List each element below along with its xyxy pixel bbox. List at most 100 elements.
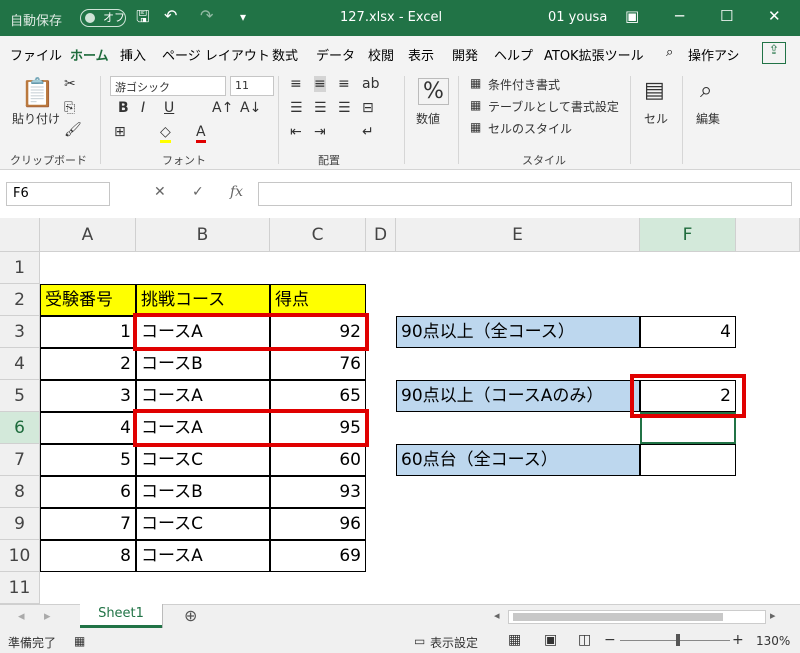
- header-cell[interactable]: 得点: [270, 284, 366, 316]
- table-cell[interactable]: コースB: [136, 476, 270, 508]
- normal-view-icon[interactable]: ▦: [508, 632, 521, 648]
- cells-button[interactable]: セル: [644, 110, 668, 127]
- summary-value[interactable]: [640, 444, 736, 476]
- format-painter-icon[interactable]: 🖌: [64, 122, 82, 138]
- cell-styles-button[interactable]: セルのスタイル: [488, 120, 572, 137]
- conditional-format-icon[interactable]: ▦: [470, 76, 481, 90]
- column-header-e[interactable]: E: [396, 218, 640, 252]
- underline-icon[interactable]: U: [164, 100, 174, 116]
- display-settings-icon[interactable]: ▭: [414, 634, 425, 648]
- align-bottom-icon[interactable]: ≡: [338, 76, 350, 92]
- increase-font-icon[interactable]: A↑: [212, 100, 233, 116]
- column-header-a[interactable]: A: [40, 218, 136, 252]
- name-box[interactable]: F6: [6, 182, 110, 206]
- user-name[interactable]: 01 yousa: [548, 10, 607, 25]
- header-cell[interactable]: 挑戦コース: [136, 284, 270, 316]
- format-as-table-button[interactable]: テーブルとして書式設定: [488, 98, 619, 115]
- table-cell[interactable]: 1: [40, 316, 136, 348]
- autosave-toggle[interactable]: オフ: [80, 9, 126, 27]
- column-header-c[interactable]: C: [270, 218, 366, 252]
- font-color-icon[interactable]: A: [196, 124, 206, 143]
- summary-label[interactable]: 60点台（全コース）: [396, 444, 640, 476]
- save-icon[interactable]: 🖫: [136, 6, 150, 33]
- cell-styles-icon[interactable]: ▦: [470, 120, 481, 134]
- page-layout-view-icon[interactable]: ▣: [544, 632, 557, 648]
- tell-me[interactable]: 操作アシ: [688, 45, 739, 64]
- table-cell[interactable]: 2: [40, 348, 136, 380]
- tab-atok[interactable]: ATOK拡張ツール: [544, 45, 644, 64]
- wrap-text-icon[interactable]: ↵: [362, 124, 374, 140]
- tab-developer[interactable]: 開発: [452, 45, 478, 64]
- tab-view[interactable]: 表示: [408, 45, 434, 64]
- tab-insert[interactable]: 挿入: [120, 45, 146, 64]
- share-icon[interactable]: ⇪: [762, 42, 786, 64]
- editing-button[interactable]: 編集: [696, 110, 720, 127]
- row-header-10[interactable]: 10: [0, 540, 40, 572]
- header-cell[interactable]: 受験番号: [40, 284, 136, 316]
- percent-icon[interactable]: %: [418, 78, 449, 105]
- scrollbar-thumb[interactable]: [513, 613, 723, 621]
- table-cell[interactable]: 3: [40, 380, 136, 412]
- align-center-icon[interactable]: ☰: [314, 100, 327, 116]
- format-table-icon[interactable]: ▦: [470, 98, 481, 112]
- italic-icon[interactable]: I: [141, 100, 145, 116]
- cells-icon[interactable]: ▤: [644, 78, 665, 103]
- border-icon[interactable]: ⊞: [114, 124, 126, 140]
- next-sheet-icon[interactable]: ▸: [44, 609, 51, 624]
- column-header-f[interactable]: F: [640, 218, 736, 252]
- prev-sheet-icon[interactable]: ◂: [18, 609, 25, 624]
- cut-icon[interactable]: ✂: [64, 76, 76, 92]
- table-cell[interactable]: 6: [40, 476, 136, 508]
- row-header-3[interactable]: 3: [0, 316, 40, 348]
- accessibility-icon[interactable]: ▦: [74, 634, 85, 648]
- table-cell[interactable]: 4: [40, 412, 136, 444]
- sheet-tab-sheet1[interactable]: Sheet1: [80, 604, 162, 628]
- table-cell[interactable]: コースC: [136, 508, 270, 540]
- scroll-right-icon[interactable]: ▸: [770, 609, 776, 622]
- formula-input[interactable]: [258, 182, 792, 206]
- display-settings-button[interactable]: 表示設定: [430, 634, 478, 651]
- table-cell[interactable]: 96: [270, 508, 366, 540]
- maximize-icon[interactable]: ☐: [720, 7, 733, 25]
- row-header-1[interactable]: 1: [0, 252, 40, 284]
- table-cell[interactable]: コースA: [136, 540, 270, 572]
- zoom-level[interactable]: 130%: [756, 634, 790, 648]
- enter-icon[interactable]: ✓: [192, 184, 204, 200]
- copy-icon[interactable]: ⎘: [64, 100, 75, 116]
- bold-icon[interactable]: B: [118, 100, 129, 116]
- tab-formulas[interactable]: 数式: [272, 45, 298, 64]
- row-header-8[interactable]: 8: [0, 476, 40, 508]
- font-name-select[interactable]: 游ゴシック: [110, 76, 226, 96]
- minimize-icon[interactable]: ─: [675, 7, 684, 25]
- summary-label[interactable]: 90点以上（コースAのみ）: [396, 380, 640, 412]
- tab-data[interactable]: データ: [316, 45, 355, 64]
- zoom-slider[interactable]: [620, 640, 730, 641]
- number-format-button[interactable]: 数値: [416, 110, 440, 127]
- redo-icon[interactable]: ↷: [200, 6, 213, 25]
- table-cell[interactable]: コースA: [136, 380, 270, 412]
- paste-icon[interactable]: 📋: [20, 76, 55, 109]
- close-icon[interactable]: ✕: [768, 7, 781, 25]
- tab-help[interactable]: ヘルプ: [494, 45, 533, 64]
- align-right-icon[interactable]: ☰: [338, 100, 351, 116]
- zoom-slider-thumb[interactable]: [676, 634, 680, 646]
- row-header-5[interactable]: 5: [0, 380, 40, 412]
- ribbon-display-icon[interactable]: ▣: [625, 7, 639, 25]
- align-top-icon[interactable]: ≡: [290, 76, 302, 92]
- align-middle-icon[interactable]: ≡: [314, 76, 326, 92]
- tab-home[interactable]: ホーム: [68, 45, 111, 73]
- orientation-icon[interactable]: ab: [362, 76, 379, 92]
- increase-indent-icon[interactable]: ⇥: [314, 124, 326, 140]
- table-cell[interactable]: 93: [270, 476, 366, 508]
- undo-icon[interactable]: ↶: [164, 6, 177, 25]
- table-cell[interactable]: 60: [270, 444, 366, 476]
- tab-file[interactable]: ファイル: [10, 45, 62, 64]
- paste-button[interactable]: 貼り付け: [12, 110, 60, 127]
- summary-label[interactable]: 90点以上（全コース）: [396, 316, 640, 348]
- table-cell[interactable]: コースB: [136, 348, 270, 380]
- column-header-d[interactable]: D: [366, 218, 396, 252]
- customize-qa-icon[interactable]: ▾: [240, 10, 246, 24]
- decrease-font-icon[interactable]: A↓: [240, 100, 261, 116]
- table-cell[interactable]: 5: [40, 444, 136, 476]
- editing-icon[interactable]: ⌕: [700, 78, 712, 103]
